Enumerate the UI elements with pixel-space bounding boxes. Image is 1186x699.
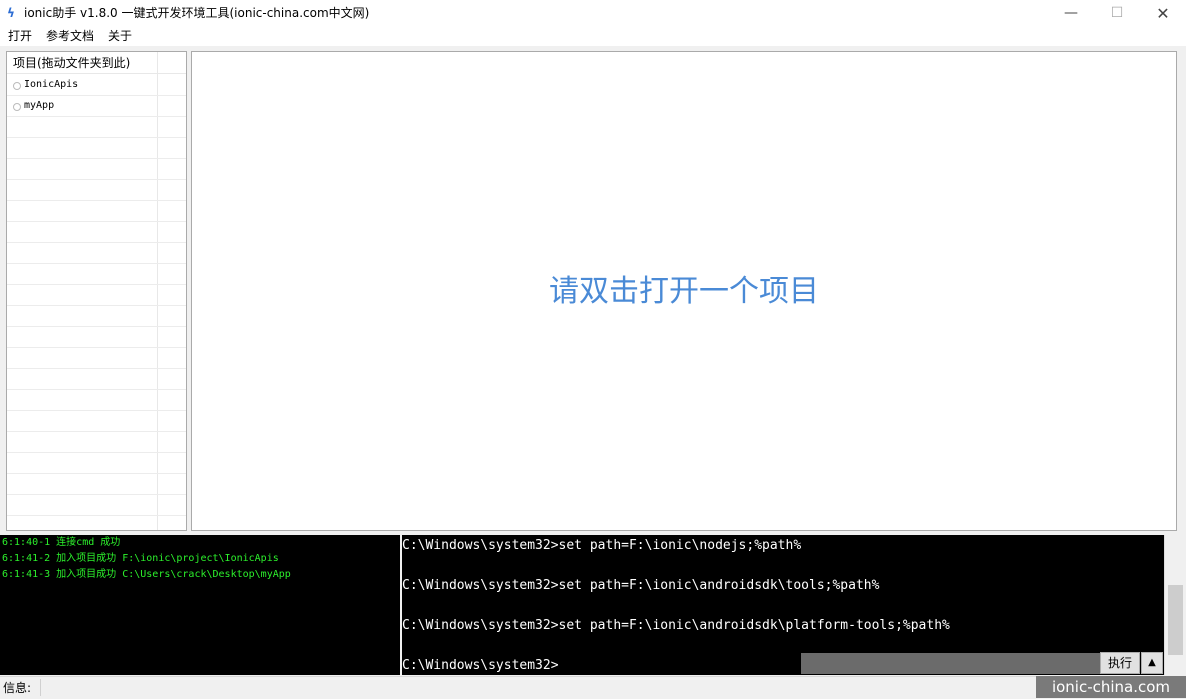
status-value [40,679,1031,696]
menu-docs[interactable]: 参考文档 [46,28,94,44]
console-scrollbar[interactable] [1164,535,1186,675]
maximize-icon: ☐ [1110,5,1124,21]
empty-row [7,117,186,138]
log-panel: 6:1:40-1 连接cmd 成功 6:1:41-2 加入项目成功 F:\ion… [0,535,400,675]
status-label: 信息: [3,681,32,695]
empty-row [7,159,186,180]
minimize-icon: — [1064,5,1078,21]
console-line: C:\Windows\system32> [402,658,559,673]
log-line: 6:1:41-3 加入项目成功 C:\Users\crack\Desktop\m… [2,569,291,580]
project-list-panel[interactable]: 项目(拖动文件夹到此) IonicApis myApp [6,51,187,531]
watermark: ionic-china.com [1036,676,1186,698]
empty-row [7,369,186,390]
console-line: C:\Windows\system32>set path=F:\ionic\no… [402,538,802,553]
close-button[interactable]: ✕ [1140,0,1186,26]
empty-row [7,390,186,411]
empty-row [7,453,186,474]
empty-row [7,306,186,327]
project-item-label: IonicApis [24,79,79,90]
empty-row [7,348,186,369]
scrollbar-thumb[interactable] [1168,585,1183,655]
command-input[interactable] [801,653,1100,674]
empty-row [7,285,186,306]
empty-row [7,222,186,243]
open-project-hint: 请双击打开一个项目 [549,274,819,309]
empty-row [7,474,186,495]
title-bar: ϟ ionic助手 v1.8.0 一键式开发环境工具(ionic-china.c… [0,0,1186,27]
main-panel[interactable]: 请双击打开一个项目 [191,51,1177,531]
empty-row [7,327,186,348]
empty-row [7,243,186,264]
project-item-ionicapis[interactable]: IonicApis [7,75,186,96]
project-list-header: 项目(拖动文件夹到此) [7,52,186,74]
console-line: C:\Windows\system32>set path=F:\ionic\an… [402,578,880,593]
window-title: ionic助手 v1.8.0 一键式开发环境工具(ionic-china.com… [24,6,370,20]
empty-rows [7,117,186,530]
menu-open[interactable]: 打开 [8,28,32,44]
status-bar: 信息: [0,676,1186,699]
empty-row [7,138,186,159]
radio-icon[interactable] [13,103,21,111]
empty-row [7,180,186,201]
console-line: C:\Windows\system32>set path=F:\ionic\an… [402,618,950,633]
radio-icon[interactable] [13,82,21,90]
empty-row [7,495,186,516]
empty-row [7,411,186,432]
menu-about[interactable]: 关于 [108,28,132,44]
close-icon: ✕ [1156,3,1170,23]
maximize-button[interactable]: ☐ [1094,0,1140,26]
empty-row [7,432,186,453]
log-line: 6:1:40-1 连接cmd 成功 [2,537,121,548]
log-line: 6:1:41-2 加入项目成功 F:\ionic\project\IonicAp… [2,553,279,564]
minimize-button[interactable]: — [1048,0,1094,26]
history-up-button[interactable]: ▲ [1141,652,1163,674]
project-item-label: myApp [24,100,55,111]
execute-button[interactable]: 执行 [1100,652,1140,674]
empty-row [7,516,186,530]
empty-row [7,201,186,222]
empty-row [7,264,186,285]
project-rows: IonicApis myApp [7,75,186,530]
arrow-up-icon: ▲ [1148,657,1156,668]
lightning-icon: ϟ [7,6,15,20]
project-item-myapp[interactable]: myApp [7,96,186,117]
menu-bar: 打开 参考文档 关于 [0,26,1186,46]
